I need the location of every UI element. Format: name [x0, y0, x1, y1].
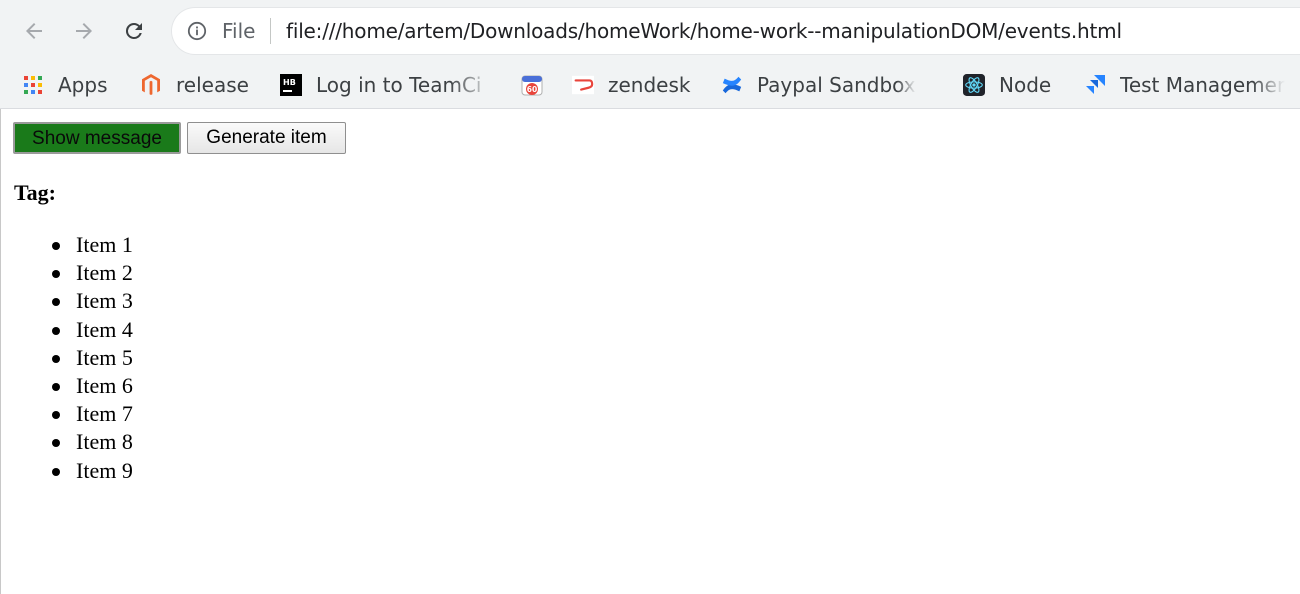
calendar-badge-text: 60 — [527, 85, 537, 94]
item-list: Item 1 Item 2 Item 3 Item 4 Item 5 Item … — [1, 231, 133, 485]
url-text[interactable]: file:///home/artem/Downloads/homeWork/ho… — [286, 19, 1122, 43]
list-item: Item 5 — [1, 344, 133, 372]
item-label: Item 4 — [76, 316, 133, 342]
bookmarks-bar: Apps release HB Log in to TeamCi 60 zend… — [0, 62, 1300, 108]
react-icon — [963, 74, 985, 96]
item-label: Item 6 — [76, 372, 133, 398]
item-label: Item 5 — [76, 344, 133, 370]
scheme-label: File — [222, 19, 256, 43]
bullet-icon — [52, 467, 60, 476]
list-item: Item 1 — [1, 231, 133, 259]
zendesk-icon — [572, 74, 594, 96]
reload-icon — [125, 22, 142, 39]
list-item: Item 6 — [1, 372, 133, 400]
forward-button[interactable] — [68, 15, 100, 47]
arrow-left-icon — [26, 23, 42, 39]
jira-icon — [1084, 74, 1106, 96]
bookmark-label: Paypal Sandbox — [757, 73, 916, 97]
list-item: Item 3 — [1, 287, 133, 315]
bookmark-zendesk[interactable]: zendesk — [572, 68, 690, 102]
bookmark-teamcity[interactable]: HB Log in to TeamCi — [280, 68, 494, 102]
bullet-icon — [52, 354, 60, 363]
bullet-icon — [52, 439, 60, 448]
back-button[interactable] — [18, 15, 50, 47]
list-item: Item 7 — [1, 400, 133, 428]
bookmark-label: release — [176, 73, 249, 97]
address-bar[interactable]: File file:///home/artem/Downloads/homeWo… — [172, 8, 1300, 54]
item-label: Item 7 — [76, 401, 133, 427]
bookmark-test-management[interactable]: Test Managemer — [1084, 68, 1285, 102]
bookmark-release[interactable]: release — [140, 68, 249, 102]
arrow-right-icon — [76, 23, 92, 39]
magento-icon — [140, 74, 162, 96]
bullet-icon — [52, 411, 60, 420]
list-item: Item 2 — [1, 259, 133, 287]
page-content: Show message Generate item Tag: Item 1 I… — [0, 109, 1300, 594]
bookmark-label: Apps — [58, 73, 108, 97]
apps-grid-icon — [22, 74, 44, 96]
calendar-60-icon: 60 — [521, 74, 543, 96]
item-label: Item 2 — [76, 260, 133, 286]
browser-chrome: File file:///home/artem/Downloads/homeWo… — [0, 0, 1300, 109]
list-item: Item 9 — [1, 457, 133, 485]
bullet-icon — [52, 382, 60, 391]
scheme-divider — [270, 18, 271, 44]
bookmark-label: Test Managemer — [1120, 73, 1286, 97]
bookmark-label: Node — [999, 73, 1052, 97]
bullet-icon — [52, 242, 60, 250]
browser-toolbar: File file:///home/artem/Downloads/homeWo… — [0, 0, 1300, 62]
item-label: Item 3 — [76, 288, 133, 314]
bookmark-paypal-sandbox[interactable]: Paypal Sandbox — [721, 68, 916, 102]
bookmark-calendar[interactable]: 60 — [521, 68, 543, 102]
bullet-icon — [52, 298, 60, 307]
tag-heading: Tag: — [14, 180, 56, 205]
list-item: Item 4 — [1, 316, 133, 344]
confluence-icon — [721, 74, 743, 96]
bullet-icon — [52, 326, 60, 335]
reload-button[interactable] — [118, 15, 150, 47]
generate-item-button[interactable]: Generate item — [187, 122, 346, 154]
bookmark-node[interactable]: Node — [963, 68, 1051, 102]
item-label: Item 9 — [76, 457, 133, 483]
item-label: Item 1 — [76, 232, 133, 257]
bullet-icon — [52, 270, 60, 279]
show-message-button[interactable]: Show message — [13, 122, 181, 154]
item-label: Item 8 — [76, 429, 133, 455]
bookmark-label: zendesk — [608, 73, 691, 97]
list-item: Item 8 — [1, 428, 133, 456]
teamcity-icon: HB — [280, 74, 302, 96]
bookmark-label: Log in to TeamCi — [316, 73, 482, 97]
info-icon[interactable] — [186, 20, 208, 42]
bookmark-apps[interactable]: Apps — [22, 68, 108, 102]
teamcity-badge-text: HB — [283, 78, 296, 87]
